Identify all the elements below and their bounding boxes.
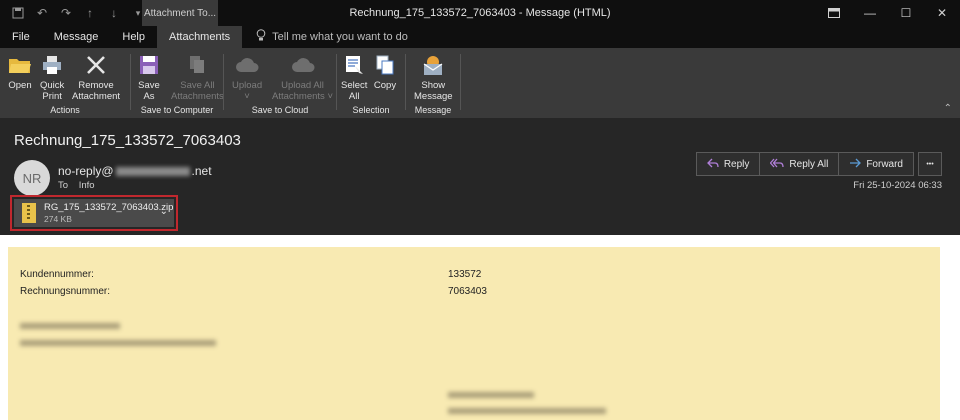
title-bar: ↶ ↷ ↑ ↓ ▾ Attachment To... Rechnung_175_…	[0, 0, 960, 26]
redacted-text	[20, 323, 120, 329]
redacted-text	[448, 408, 606, 414]
redacted-text	[448, 392, 534, 398]
recipient-line: To Info	[58, 180, 103, 191]
save-icon[interactable]	[8, 3, 28, 23]
group-label-save-to-computer: Save to Computer	[140, 105, 214, 115]
received-date: Fri 25-10-2024 06:33	[853, 180, 942, 191]
group-save-to-computer: Save As Save All Attachments Save to Com…	[131, 48, 224, 118]
group-label-message: Message	[414, 105, 452, 115]
remove-x-icon	[84, 52, 108, 78]
ribbon-tabs: File Message Help Attachments Tell me wh…	[0, 26, 960, 48]
invoice-number-value: 7063403	[448, 286, 487, 297]
envelope-icon	[421, 52, 445, 78]
reply-button[interactable]: Reply	[696, 153, 761, 175]
save-all-icon	[185, 52, 209, 78]
message-header: Rechnung_175_133572_7063403 NR no-reply@…	[0, 118, 960, 235]
more-actions-button[interactable]: •••	[918, 152, 942, 176]
close-icon[interactable]: ✕	[924, 0, 960, 26]
group-label-save-to-cloud: Save to Cloud	[251, 105, 309, 115]
open-button[interactable]: Open	[8, 52, 32, 91]
window-controls: — ☐ ✕	[816, 0, 960, 26]
forward-arrow-icon	[849, 158, 862, 171]
tab-file[interactable]: File	[0, 26, 42, 48]
show-message-button[interactable]: Show Message	[414, 52, 453, 102]
minimize-icon[interactable]: —	[852, 0, 888, 26]
zip-file-icon	[22, 203, 36, 223]
ribbon-display-options-icon[interactable]	[816, 0, 852, 26]
redacted-domain	[115, 167, 190, 177]
redacted-text	[20, 340, 216, 346]
arrow-down-icon[interactable]: ↓	[104, 3, 124, 23]
recipient[interactable]: Info	[79, 180, 95, 191]
floppy-disk-icon	[137, 52, 161, 78]
tell-me-search[interactable]: Tell me what you want to do	[256, 26, 408, 48]
attachment-highlight: RG_175_133572_7063403.zip 274 KB ⌄	[10, 195, 178, 231]
upload-all-attachments-button[interactable]: Upload All Attachments ˅	[272, 52, 333, 102]
printer-icon	[40, 52, 64, 78]
attachment-details: RG_175_133572_7063403.zip 274 KB	[44, 202, 173, 224]
invoice-number-label: Rechnungsnummer:	[20, 286, 111, 297]
copy-icon	[373, 52, 397, 78]
tab-help[interactable]: Help	[110, 26, 157, 48]
customer-number-value: 133572	[448, 269, 482, 280]
save-all-attachments-button[interactable]: Save All Attachments	[171, 52, 224, 102]
message-subject: Rechnung_175_133572_7063403	[14, 132, 241, 149]
chevron-down-icon[interactable]: ⌄	[160, 206, 168, 217]
ribbon-divider	[460, 54, 461, 110]
tell-me-label: Tell me what you want to do	[272, 31, 408, 43]
group-label-actions: Actions	[50, 105, 80, 115]
reply-icon	[706, 158, 719, 171]
tab-attachments[interactable]: Attachments	[157, 26, 243, 48]
save-as-button[interactable]: Save As	[137, 52, 161, 102]
undo-icon[interactable]: ↶	[32, 3, 52, 23]
contextual-tab-attachment-tools: Attachment To...	[142, 0, 218, 26]
sender-address[interactable]: no-reply@ .net	[58, 164, 212, 178]
select-all-icon	[342, 52, 366, 78]
attachment-size: 274 KB	[44, 214, 72, 224]
arrow-up-icon[interactable]: ↑	[80, 3, 100, 23]
folder-open-icon	[8, 52, 32, 78]
customer-number-label: Kundennummer:	[20, 269, 94, 280]
attachment-name: RG_175_133572_7063403.zip	[44, 202, 174, 213]
avatar[interactable]: NR	[14, 160, 50, 196]
window-title: Rechnung_175_133572_7063403 - Message (H…	[349, 7, 611, 19]
message-body: Kundennummer: 133572 Rechnungsnummer: 70…	[0, 235, 960, 420]
tab-message[interactable]: Message	[42, 26, 111, 48]
select-all-button[interactable]: Select All	[341, 52, 367, 102]
group-actions: Open Quick Print Remove Attachment Actio…	[0, 48, 130, 118]
maximize-icon[interactable]: ☐	[888, 0, 924, 26]
attachment-item[interactable]: RG_175_133572_7063403.zip 274 KB ⌄	[14, 199, 174, 227]
forward-button[interactable]: Forward	[839, 153, 913, 175]
to-label: To	[58, 180, 69, 191]
group-label-selection: Selection	[352, 105, 390, 115]
group-save-to-cloud: Upload ˅ Upload All Attachments ˅ Save t…	[224, 48, 336, 118]
upload-button[interactable]: Upload ˅	[232, 52, 262, 102]
ribbon: Open Quick Print Remove Attachment Actio…	[0, 48, 960, 118]
reply-all-button[interactable]: Reply All	[760, 153, 840, 175]
lightbulb-icon	[256, 29, 266, 45]
reply-all-icon	[770, 158, 785, 171]
cloud-upload-icon	[235, 52, 259, 78]
remove-attachment-button[interactable]: Remove Attachment	[72, 52, 120, 102]
redo-icon[interactable]: ↷	[56, 3, 76, 23]
letter-content: Kundennummer: 133572 Rechnungsnummer: 70…	[8, 247, 940, 420]
cloud-upload-all-icon	[291, 52, 315, 78]
group-message: Show Message Message	[406, 48, 460, 118]
quick-access-toolbar: ↶ ↷ ↑ ↓ ▾	[0, 0, 148, 26]
group-selection: Select All Copy Selection	[337, 48, 405, 118]
copy-button[interactable]: Copy	[373, 52, 397, 91]
collapse-ribbon-icon[interactable]: ⌃	[944, 103, 952, 114]
quick-print-button[interactable]: Quick Print	[40, 52, 64, 102]
response-actions: Reply Reply All Forward	[695, 152, 914, 176]
